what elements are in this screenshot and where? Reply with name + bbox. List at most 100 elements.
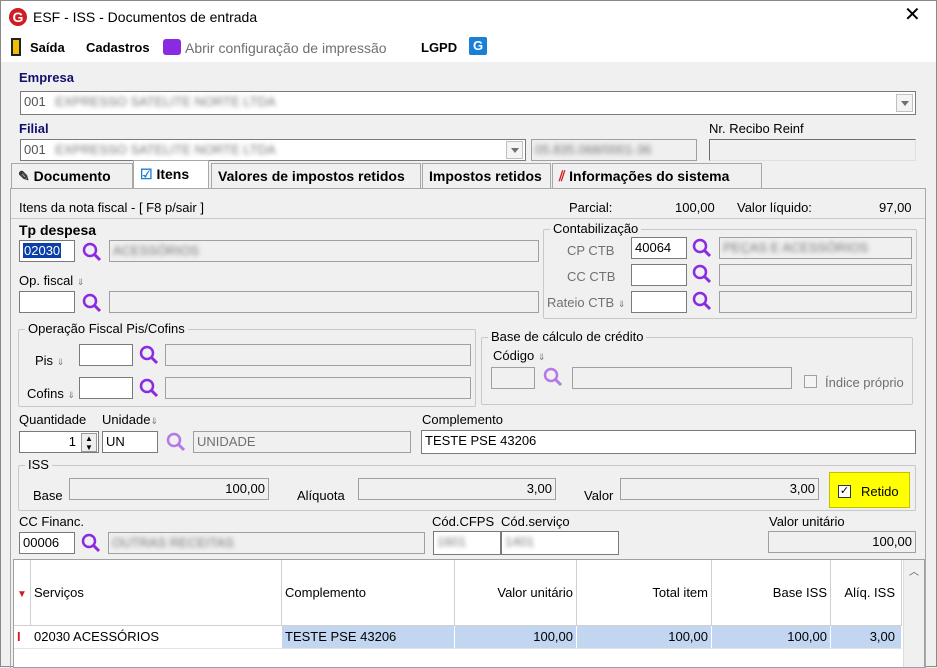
pis-input[interactable] (79, 344, 133, 366)
cell-unit-value[interactable]: 100,00 (455, 626, 577, 648)
cc-desc (719, 264, 912, 286)
expense-label: Tp despesa (19, 222, 97, 238)
col-unit-value[interactable]: Valor unitário (455, 560, 577, 626)
cofins-desc (165, 377, 471, 399)
printer-icon (163, 39, 181, 55)
tab-document[interactable]: ✎ Documento (11, 163, 133, 188)
filial-cnpj: 05.835.068/0001-36 (531, 139, 697, 161)
col-iss-rate[interactable]: Alíq. ISS (831, 560, 902, 626)
cofins-input[interactable] (79, 377, 133, 399)
retained-checkbox-area[interactable]: ✓ Retido (829, 472, 910, 508)
down-arrow-icon: ⇓ (56, 357, 65, 367)
lgpd-icon[interactable]: G (469, 37, 487, 55)
col-services[interactable]: Serviços (31, 560, 282, 626)
partial-label: Parcial: (569, 200, 613, 215)
iss-value-label: Valor (584, 488, 614, 503)
credit-code-label: Código ⇓ (493, 348, 546, 363)
search-icon[interactable] (542, 366, 564, 388)
table-row[interactable]: I 02030 ACESSÓRIOS TESTE PSE 43206 100,0… (14, 626, 902, 648)
col-total[interactable]: Total item (577, 560, 712, 626)
search-icon[interactable] (81, 241, 103, 263)
menu-print-config[interactable]: Abrir configuração de impressão (185, 40, 387, 56)
window-title: ESF - ISS - Documentos de entrada (33, 9, 258, 25)
cell-total[interactable]: 100,00 (577, 626, 712, 648)
iss-title: ISS (25, 457, 52, 472)
items-table: ▼ Serviços Complemento Valor unitário To… (13, 559, 925, 668)
rateio-label: Rateio CTB ⇓ (547, 295, 626, 310)
cell-complement[interactable]: TESTE PSE 43206 (282, 626, 455, 648)
retained-checkbox[interactable]: ✓ (838, 485, 851, 498)
fiscal-op-label: Op. fiscal ⇓ (19, 273, 85, 288)
rateio-desc (719, 291, 912, 313)
own-index-checkbox[interactable] (804, 375, 817, 388)
exit-icon (11, 38, 21, 56)
service-code-label: Cód.serviço (501, 514, 570, 529)
cell-iss-rate[interactable]: 3,00 (831, 626, 902, 648)
credit-code-input (491, 367, 535, 389)
filial-dropdown-arrow[interactable] (506, 141, 523, 159)
tab-withheld-taxes[interactable]: Impostos retidos (422, 163, 551, 188)
pencil-icon: ✎ (18, 168, 30, 184)
scroll-up-icon[interactable]: ︿ (909, 563, 919, 578)
retained-label: Retido (861, 484, 899, 499)
empresa-dropdown-arrow[interactable] (896, 94, 913, 112)
col-iss-base[interactable]: Base ISS (712, 560, 831, 626)
expense-code-input[interactable]: 02030 (19, 240, 75, 262)
pis-label: Pis ⇓ (35, 353, 65, 368)
main-window: G ESF - ISS - Documentos de entrada ✕ Sa… (0, 0, 937, 668)
app-logo-icon: G (9, 8, 27, 26)
unit-input[interactable]: UN (102, 431, 158, 453)
cc-fin-desc: OUTRAS RECEITAS (108, 532, 425, 554)
search-icon[interactable] (691, 237, 713, 259)
partial-value: 100,00 (675, 200, 715, 215)
menu-exit[interactable]: Saída (30, 40, 65, 55)
fiscal-op-input[interactable] (19, 291, 75, 313)
tab-withheld-values[interactable]: Valores de impostos retidos (211, 163, 421, 188)
menu-registrations[interactable]: Cadastros (86, 40, 150, 55)
fiscal-op-desc (109, 291, 539, 313)
search-icon[interactable] (138, 377, 160, 399)
iss-base-label: Base (33, 488, 63, 503)
iss-base-value: 100,00 (69, 478, 269, 500)
filial-select[interactable]: 001 EXPRESSO SATELITE NORTE LTDA (20, 139, 526, 161)
vertical-scrollbar[interactable]: ︿ (903, 560, 924, 667)
unit-label: Unidade⇓ (102, 412, 158, 427)
empresa-select[interactable]: 001 EXPRESSO SATELITE NORTE LTDA (20, 91, 916, 115)
info-bar: Itens da nota fiscal - [ F8 p/sair ] Par… (11, 197, 925, 219)
edit-list-icon: ☑ (140, 166, 153, 182)
cfps-input[interactable]: 1601 (433, 531, 501, 555)
complement-label: Complemento (422, 412, 503, 427)
complement-input[interactable]: TESTE PSE 43206 (421, 430, 916, 454)
down-arrow-icon: ⇓ (537, 352, 546, 362)
search-icon[interactable] (691, 263, 713, 285)
rateio-input[interactable] (631, 291, 687, 313)
filial-code: 001 (24, 142, 46, 157)
search-icon[interactable] (80, 532, 102, 554)
cc-fin-input[interactable]: 00006 (19, 532, 75, 554)
cell-iss-base[interactable]: 100,00 (712, 626, 831, 648)
search-icon[interactable] (138, 344, 160, 366)
tab-system-info[interactable]: ⫽ Informações do sistema (552, 163, 762, 188)
cp-code-input[interactable]: 40064 (631, 237, 687, 259)
service-code-input[interactable]: 1401 (501, 531, 619, 555)
credit-desc (572, 367, 792, 389)
close-icon[interactable]: ✕ (904, 5, 921, 25)
piscofins-title: Operação Fiscal Pis/Cofins (25, 321, 188, 336)
cc-input[interactable] (631, 264, 687, 286)
credit-base-title: Base de cálculo de crédito (488, 329, 647, 344)
col-complement[interactable]: Complemento (282, 560, 455, 626)
info-text: Itens da nota fiscal - [ F8 p/sair ] (19, 200, 204, 215)
search-icon[interactable] (691, 290, 713, 312)
menu-lgpd[interactable]: LGPD (421, 40, 457, 55)
tab-items[interactable]: ☑ Itens (133, 160, 209, 189)
recibo-label: Nr. Recibo Reinf (709, 121, 804, 136)
cell-service[interactable]: 02030 ACESSÓRIOS (31, 626, 282, 648)
unit-value-label: Valor unitário (769, 514, 845, 529)
qty-spinner[interactable]: ▲ ▼ (81, 433, 97, 452)
search-icon[interactable] (81, 292, 103, 314)
down-arrow-icon: ⇓ (150, 416, 158, 426)
table-row-empty[interactable] (14, 648, 902, 668)
search-icon[interactable] (165, 431, 187, 453)
net-value: 97,00 (879, 200, 912, 215)
pis-desc (165, 344, 471, 366)
